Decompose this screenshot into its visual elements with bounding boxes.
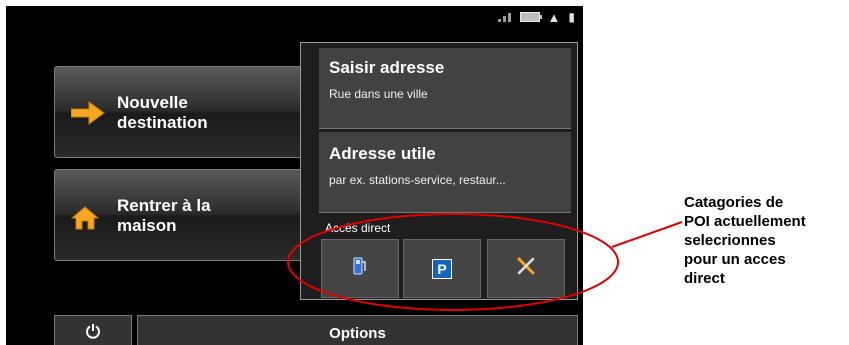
annotation-line: selecrionnes <box>684 232 776 249</box>
annotation-line: Catagories de <box>684 194 784 211</box>
annotation-text: Catagories de POI actuellement selecrion… <box>684 193 849 288</box>
annotation-line: direct <box>684 270 725 287</box>
annotation-overlay <box>287 213 683 311</box>
annotation-line: POI actuellement <box>684 213 806 230</box>
highlight-ellipse <box>287 213 619 311</box>
annotation-line: pour un acces <box>684 251 786 268</box>
annotation-pointer-line <box>611 221 683 248</box>
